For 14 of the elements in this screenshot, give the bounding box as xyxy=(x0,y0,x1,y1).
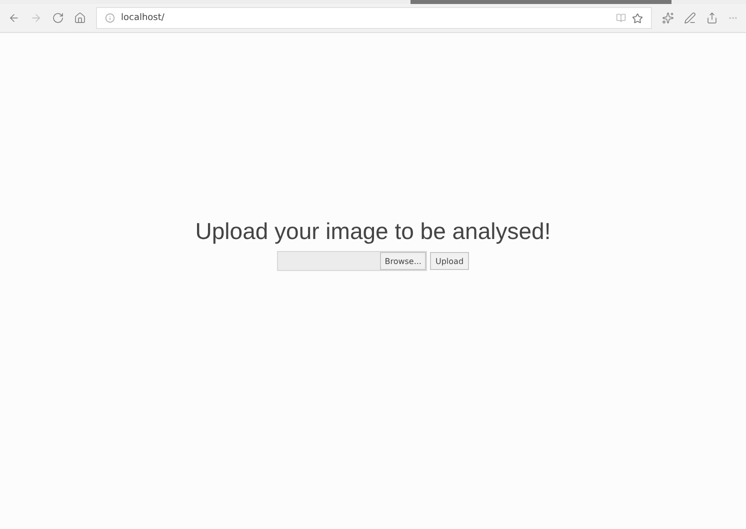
file-input-field[interactable]: Browse... xyxy=(277,251,428,271)
share-icon[interactable] xyxy=(706,12,718,24)
reading-view-icon[interactable] xyxy=(616,13,626,23)
browse-button[interactable]: Browse... xyxy=(380,252,426,270)
favorites-icon[interactable] xyxy=(662,12,674,24)
star-icon[interactable] xyxy=(632,12,643,24)
page-heading: Upload your image to be analysed! xyxy=(195,218,551,245)
home-icon[interactable] xyxy=(74,12,86,24)
info-icon[interactable] xyxy=(105,13,115,23)
address-bar[interactable]: localhost/ xyxy=(96,7,652,29)
refresh-icon[interactable] xyxy=(52,12,64,24)
upload-button[interactable]: Upload xyxy=(430,252,469,270)
pen-icon[interactable] xyxy=(684,12,696,24)
back-icon[interactable] xyxy=(8,12,20,24)
